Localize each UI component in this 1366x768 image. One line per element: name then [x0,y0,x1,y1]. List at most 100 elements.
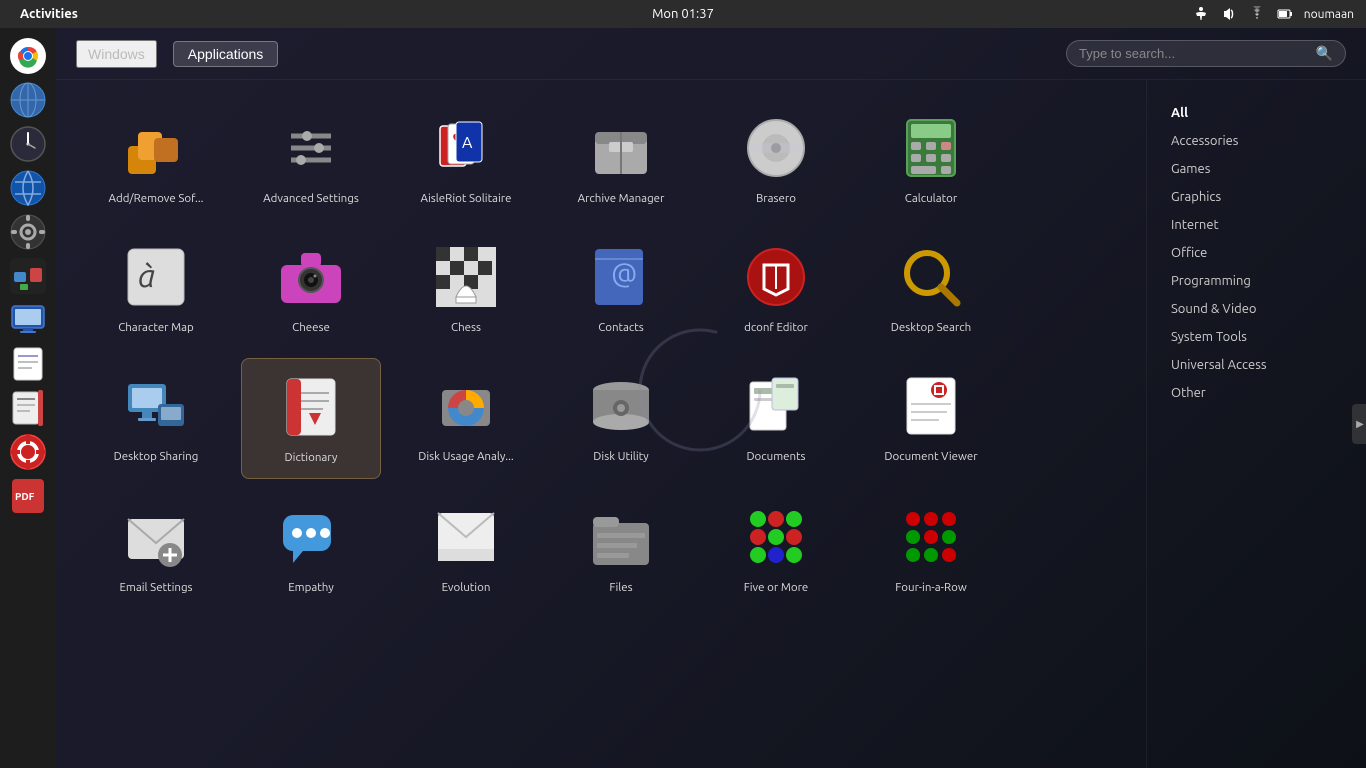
accessibility-icon[interactable] [1192,5,1210,23]
app-icon-document-viewer [895,370,967,442]
app-name-desktop-sharing: Desktop Sharing [114,450,199,465]
panel-collapse-button[interactable]: ▶ [1352,404,1366,444]
app-icon-advanced-settings [275,112,347,184]
app-item-advanced-settings[interactable]: Advanced Settings [241,100,381,219]
dock-settings[interactable] [8,212,48,252]
svg-text:@: @ [611,258,637,289]
app-item-contacts[interactable]: @Contacts [551,229,691,348]
app-name-dictionary: Dictionary [285,451,338,466]
app-item-archive-manager[interactable]: Archive Manager [551,100,691,219]
app-item-four-in-row[interactable]: Four-in-a-Row [861,489,1001,608]
categories-panel: ▶ AllAccessoriesGamesGraphicsInternetOff… [1146,80,1366,768]
app-item-dictionary[interactable]: Dictionary [241,358,381,479]
category-games[interactable]: Games [1157,156,1356,182]
app-item-empathy[interactable]: Empathy [241,489,381,608]
app-item-brasero[interactable]: Brasero [706,100,846,219]
app-icon-dictionary [275,371,347,443]
svg-text:PDF: PDF [15,491,35,502]
app-item-add-remove[interactable]: Add/Remove Sof... [86,100,226,219]
app-item-aisleriot[interactable]: ♥♠AAisleRiot Solitaire [396,100,536,219]
app-icon-empathy [275,501,347,573]
svg-text:à: à [138,258,155,294]
dock: PDF [0,28,56,768]
app-item-disk-usage[interactable]: Disk Usage Analy... [396,358,536,479]
app-icon-aisleriot: ♥♠A [430,112,502,184]
dock-display[interactable] [8,300,48,340]
applications-button[interactable]: Applications [173,41,279,67]
app-icon-five-or-more [740,501,812,573]
app-icon-dconf-editor [740,241,812,313]
activities-button[interactable]: Activities [12,5,86,23]
search-input[interactable] [1079,46,1316,61]
app-icon-desktop-sharing [120,370,192,442]
category-internet[interactable]: Internet [1157,212,1356,238]
app-item-files[interactable]: Files [551,489,691,608]
main-content: Windows Applications 🔍 Add/Remove Sof...… [56,28,1366,768]
app-icon-brasero [740,112,812,184]
app-name-disk-usage: Disk Usage Analy... [418,450,514,465]
network-icon[interactable] [1248,5,1266,23]
app-icon-disk-usage [430,370,502,442]
app-name-evolution: Evolution [442,581,491,596]
app-name-document-viewer: Document Viewer [884,450,977,465]
category-graphics[interactable]: Graphics [1157,184,1356,210]
app-icon-four-in-row [895,501,967,573]
app-item-dconf-editor[interactable]: dconf Editor [706,229,846,348]
app-item-disk-utility[interactable]: Disk Utility [551,358,691,479]
app-name-cheese: Cheese [292,321,330,336]
app-item-calculator[interactable]: Calculator [861,100,1001,219]
svg-text:A: A [462,134,473,152]
app-item-desktop-search[interactable]: Desktop Search [861,229,1001,348]
dock-appstore[interactable] [8,256,48,296]
category-office[interactable]: Office [1157,240,1356,266]
category-accessories[interactable]: Accessories [1157,128,1356,154]
search-icon[interactable]: 🔍 [1316,45,1333,62]
category-all[interactable]: All [1157,100,1356,126]
dock-internet[interactable] [8,80,48,120]
app-icon-evolution [430,501,502,573]
app-name-calculator: Calculator [905,192,957,207]
app-item-cheese[interactable]: Cheese [241,229,381,348]
app-item-documents[interactable]: Documents [706,358,846,479]
app-item-five-or-more[interactable]: Five or More [706,489,846,608]
category-other[interactable]: Other [1157,380,1356,406]
volume-icon[interactable] [1220,5,1238,23]
app-icon-disk-utility [585,370,657,442]
dock-bookmarks[interactable] [8,388,48,428]
app-icon-chess [430,241,502,313]
username-label[interactable]: noumaan [1304,8,1354,21]
windows-button[interactable]: Windows [76,40,157,68]
battery-icon[interactable] [1276,5,1294,23]
app-item-evolution[interactable]: Evolution [396,489,536,608]
app-name-documents: Documents [746,450,805,465]
app-name-brasero: Brasero [756,192,796,207]
category-sound-video[interactable]: Sound & Video [1157,296,1356,322]
app-item-chess[interactable]: Chess [396,229,536,348]
dock-clock[interactable] [8,124,48,164]
app-item-character-map[interactable]: àCharacter Map [86,229,226,348]
app-name-five-or-more: Five or More [744,581,809,596]
dock-pdf[interactable]: PDF [8,476,48,516]
app-item-email-settings[interactable]: Email Settings [86,489,226,608]
app-name-email-settings: Email Settings [119,581,192,596]
app-name-archive-manager: Archive Manager [578,192,665,207]
dock-browser[interactable] [8,168,48,208]
app-name-desktop-search: Desktop Search [891,321,971,336]
app-item-document-viewer[interactable]: Document Viewer [861,358,1001,479]
app-name-empathy: Empathy [288,581,334,596]
app-icon-character-map: à [120,241,192,313]
category-system-tools[interactable]: System Tools [1157,324,1356,350]
app-icon-desktop-search [895,241,967,313]
dock-help[interactable] [8,432,48,472]
dock-documents[interactable] [8,344,48,384]
app-icon-add-remove [120,112,192,184]
content-area: Add/Remove Sof...Advanced Settings♥♠AAis… [56,80,1366,768]
app-name-four-in-row: Four-in-a-Row [895,581,967,596]
apps-grid-container[interactable]: Add/Remove Sof...Advanced Settings♥♠AAis… [56,80,1146,768]
category-universal-access[interactable]: Universal Access [1157,352,1356,378]
app-item-desktop-sharing[interactable]: Desktop Sharing [86,358,226,479]
app-icon-archive-manager [585,112,657,184]
dock-chrome[interactable] [8,36,48,76]
category-programming[interactable]: Programming [1157,268,1356,294]
topbar-right: noumaan [1192,5,1354,23]
